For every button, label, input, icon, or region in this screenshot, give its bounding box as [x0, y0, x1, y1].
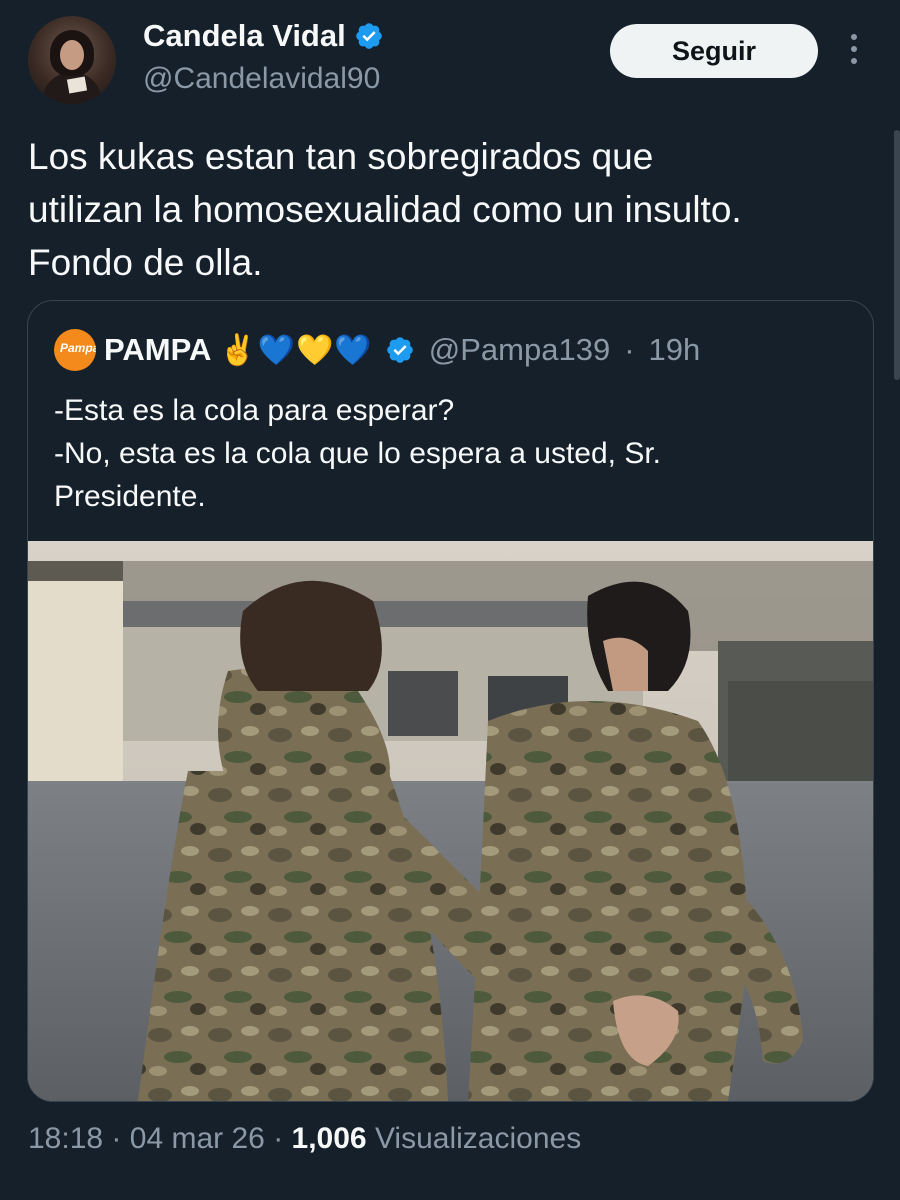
quoted-handle: @Pampa139 [428, 332, 611, 367]
follow-button[interactable]: Seguir [610, 24, 818, 78]
quoted-avatar: Pampa [54, 329, 96, 371]
views-count: 1,006 [291, 1122, 367, 1155]
views-label: Visualizaciones [374, 1122, 582, 1155]
quoted-separator: · [624, 332, 635, 367]
author-avatar[interactable] [28, 16, 116, 104]
tweet-header: Candela Vidal @Candelavidal90 Seguir [28, 16, 878, 106]
tweet-text: Los kukas estan tan sobregirados que uti… [28, 136, 742, 283]
quoted-photo[interactable] [28, 541, 873, 1101]
author-handle[interactable]: @Candelavidal90 [143, 62, 380, 96]
quoted-time: 19h [648, 332, 701, 367]
tweet-date[interactable]: 04 mar 26 [130, 1122, 265, 1155]
meta-separator: · [273, 1122, 284, 1155]
quoted-avatar-logo: Pampa [60, 341, 96, 355]
author-name-row: Candela Vidal [143, 18, 384, 54]
quoted-header: Pampa PAMPA ✌️💙💛💙 @Pampa139 · 19h [54, 329, 700, 371]
tweet-time[interactable]: 18:18 [28, 1122, 103, 1155]
verified-badge-icon [355, 23, 382, 49]
tweet-meta: 18:18 · 04 mar 26 · 1,006 Visualizacione… [28, 1122, 581, 1156]
meta-separator: · [111, 1122, 122, 1155]
quoted-display-name: PAMPA [104, 332, 212, 367]
more-options-icon[interactable] [842, 34, 866, 70]
quoted-tweet[interactable]: Pampa PAMPA ✌️💙💛💙 @Pampa139 · 19h -Esta … [27, 300, 874, 1102]
quoted-text: -Esta es la cola para esperar? -No, esta… [54, 394, 662, 513]
scrollbar[interactable] [894, 130, 900, 380]
quoted-name-emojis: ✌️💙💛💙 [219, 333, 373, 367]
verified-badge-icon [386, 337, 413, 363]
author-display-name[interactable]: Candela Vidal [143, 18, 346, 54]
